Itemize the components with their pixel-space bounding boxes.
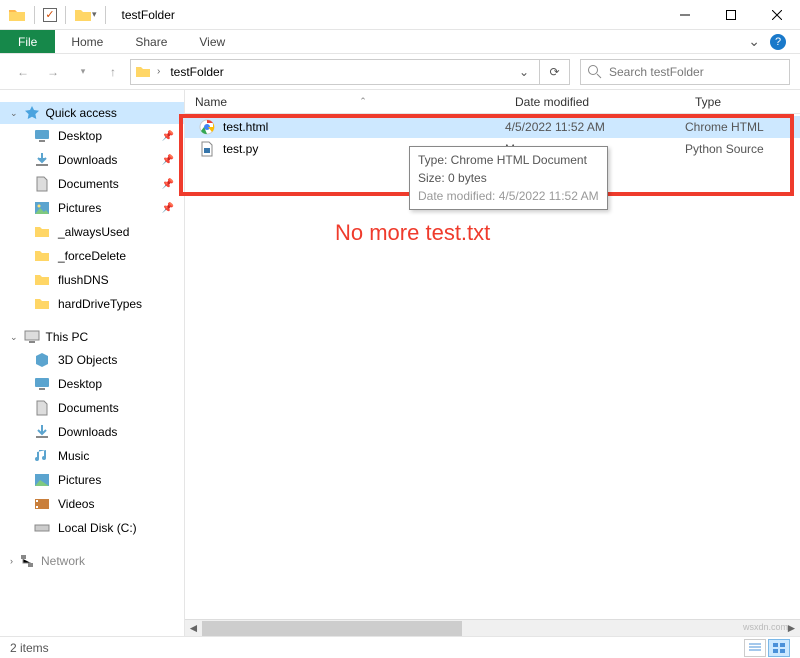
folder-icon: [34, 224, 50, 240]
sidebar-item-desktop-pc[interactable]: Desktop: [0, 372, 184, 396]
address-bar[interactable]: › testFolder ⌄: [130, 59, 540, 85]
ribbon-tabs: File Home Share View ⌄ ?: [0, 30, 800, 54]
sidebar-item-forcedelete[interactable]: _forceDelete: [0, 244, 184, 268]
pin-icon: 📌: [162, 155, 174, 166]
documents-icon: [34, 400, 50, 416]
forward-button[interactable]: →: [40, 59, 66, 85]
annotation-text: No more test.txt: [335, 220, 490, 246]
pictures-icon: [34, 200, 50, 216]
scroll-left-icon[interactable]: ◄: [185, 621, 202, 636]
downloads-icon: [34, 152, 50, 168]
sidebar-item-pictures[interactable]: Pictures📌: [0, 196, 184, 220]
desktop-icon: [34, 128, 50, 144]
watermark: wsxdn.com: [743, 622, 788, 632]
details-view-button[interactable]: [744, 639, 766, 657]
folder-icon: [34, 272, 50, 288]
view-tab[interactable]: View: [183, 30, 241, 53]
recent-dropdown[interactable]: ▾: [70, 59, 96, 85]
chrome-icon: [199, 119, 215, 135]
documents-icon: [34, 176, 50, 192]
pin-icon: 📌: [162, 179, 174, 190]
quick-access-header[interactable]: ⌄ Quick access: [0, 102, 184, 124]
up-button[interactable]: ↑: [100, 59, 126, 85]
window-title: testFolder: [122, 8, 175, 22]
file-row[interactable]: test.html 4/5/2022 11:52 AM Chrome HTML: [185, 116, 800, 138]
search-input[interactable]: Search testFolder: [580, 59, 790, 85]
pin-icon: 📌: [162, 131, 174, 142]
refresh-button[interactable]: ⟳: [540, 59, 570, 85]
sidebar-item-desktop[interactable]: Desktop📌: [0, 124, 184, 148]
home-tab[interactable]: Home: [55, 30, 119, 53]
breadcrumb[interactable]: testFolder: [166, 65, 227, 79]
3d-icon: [34, 352, 50, 368]
qat-dropdown-icon[interactable]: ▾: [92, 9, 97, 20]
address-dropdown-icon[interactable]: ⌄: [513, 65, 535, 79]
python-file-icon: [199, 141, 215, 157]
sidebar-item-documents[interactable]: Documents📌: [0, 172, 184, 196]
videos-icon: [34, 496, 50, 512]
share-tab[interactable]: Share: [119, 30, 183, 53]
scroll-thumb[interactable]: [202, 621, 462, 636]
search-icon: [587, 64, 603, 80]
desktop-icon: [34, 376, 50, 392]
thispc-header[interactable]: ⌄ This PC: [0, 326, 184, 348]
item-count: 2 items: [10, 641, 49, 655]
file-tab[interactable]: File: [0, 30, 55, 53]
folder-icon: [34, 248, 50, 264]
folder-icon: [135, 64, 151, 80]
column-name[interactable]: Name⌃: [185, 95, 505, 109]
status-bar: 2 items: [0, 636, 800, 658]
network-header[interactable]: › Network: [0, 550, 184, 572]
navigation-pane: ⌄ Quick access Desktop📌 Downloads📌 Docum…: [0, 90, 185, 636]
folder-icon: [34, 296, 50, 312]
sidebar-item-music[interactable]: Music: [0, 444, 184, 468]
sidebar-item-videos[interactable]: Videos: [0, 492, 184, 516]
column-date[interactable]: Date modified: [505, 95, 685, 109]
network-icon: [19, 553, 35, 569]
column-type[interactable]: Type: [685, 95, 800, 109]
sidebar-item-downloads-pc[interactable]: Downloads: [0, 420, 184, 444]
title-bar: ✓ ▾ testFolder: [0, 0, 800, 30]
close-button[interactable]: [754, 0, 800, 30]
sidebar-item-documents-pc[interactable]: Documents: [0, 396, 184, 420]
sidebar-item-pictures-pc[interactable]: Pictures: [0, 468, 184, 492]
search-placeholder: Search testFolder: [609, 65, 704, 79]
address-bar-row: ← → ▾ ↑ › testFolder ⌄ ⟳ Search testFold…: [0, 54, 800, 90]
properties-check-icon[interactable]: ✓: [43, 8, 57, 22]
minimize-button[interactable]: [662, 0, 708, 30]
horizontal-scrollbar[interactable]: ◄ ►: [185, 619, 800, 636]
sidebar-item-alwaysused[interactable]: _alwaysUsed: [0, 220, 184, 244]
sidebar-item-localdisk[interactable]: Local Disk (C:): [0, 516, 184, 540]
chevron-right-icon[interactable]: ›: [157, 66, 160, 77]
tooltip: Type: Chrome HTML Document Size: 0 bytes…: [409, 146, 608, 210]
folder-icon: [8, 7, 26, 23]
star-icon: [24, 105, 40, 121]
ribbon-collapse-icon[interactable]: ⌄: [748, 33, 760, 50]
pictures-icon: [34, 472, 50, 488]
disk-icon: [34, 520, 50, 536]
file-list-pane: Name⌃ Date modified Type test.html 4/5/2…: [185, 90, 800, 636]
folder-icon: [74, 7, 92, 23]
downloads-icon: [34, 424, 50, 440]
music-icon: [34, 448, 50, 464]
icons-view-button[interactable]: [768, 639, 790, 657]
pc-icon: [24, 329, 40, 345]
maximize-button[interactable]: [708, 0, 754, 30]
sidebar-item-harddrivetypes[interactable]: hardDriveTypes: [0, 292, 184, 316]
help-icon[interactable]: ?: [770, 34, 786, 50]
pin-icon: 📌: [162, 203, 174, 214]
sidebar-item-downloads[interactable]: Downloads📌: [0, 148, 184, 172]
column-headers: Name⌃ Date modified Type: [185, 90, 800, 114]
sidebar-item-flushdns[interactable]: flushDNS: [0, 268, 184, 292]
back-button[interactable]: ←: [10, 59, 36, 85]
sidebar-item-3dobjects[interactable]: 3D Objects: [0, 348, 184, 372]
quick-access-toolbar: ✓ ▾: [0, 6, 97, 24]
